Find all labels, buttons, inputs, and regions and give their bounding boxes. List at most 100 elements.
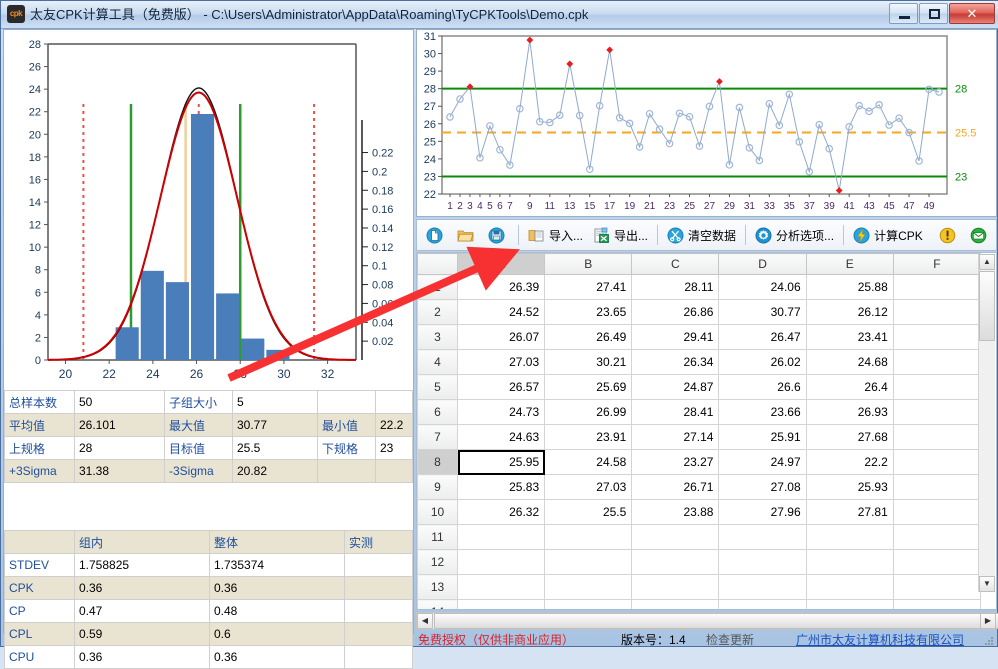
row-header[interactable]: 6 (417, 399, 458, 425)
grid-vertical-scrollbar[interactable]: ▲ ▼ (978, 254, 995, 592)
grid-cell-F2[interactable] (892, 299, 982, 325)
row-header[interactable]: 8 (417, 449, 458, 475)
grid-cell-C11[interactable] (631, 524, 720, 550)
grid-cell-C13[interactable] (631, 574, 720, 600)
toolbar-new-button[interactable] (421, 222, 452, 248)
grid-cell-B12[interactable] (544, 549, 633, 575)
grid-cell-E8[interactable]: 22.2 (805, 449, 894, 475)
grid-cell-F12[interactable] (892, 549, 982, 575)
grid-cell-D9[interactable]: 27.08 (718, 474, 807, 500)
toolbar-options-button[interactable]: 分析选项... (750, 222, 839, 248)
grid-cell-A10[interactable]: 26.32 (456, 499, 546, 525)
grid-cell-F7[interactable] (892, 424, 982, 450)
grid-cell-D3[interactable]: 26.47 (718, 324, 807, 350)
close-button[interactable]: ✕ (949, 3, 995, 24)
grid-cell-C10[interactable]: 23.88 (631, 499, 720, 525)
scroll-up-icon[interactable]: ▲ (979, 254, 995, 270)
grid-cell-A2[interactable]: 24.52 (456, 299, 546, 325)
grid-cell-B5[interactable]: 25.69 (544, 374, 633, 400)
grid-cell-E4[interactable]: 24.68 (805, 349, 894, 375)
grid-cell-E9[interactable]: 25.93 (805, 474, 894, 500)
grid-cell-A7[interactable]: 24.63 (456, 424, 546, 450)
grid-cell-A3[interactable]: 26.07 (456, 324, 546, 350)
vscroll-thumb[interactable] (979, 271, 995, 341)
row-header[interactable]: 7 (417, 424, 458, 450)
grid-cell-A12[interactable] (456, 549, 546, 575)
grid-cell-D8[interactable]: 24.97 (718, 449, 807, 475)
grid-horizontal-scrollbar[interactable]: ◀ ▶ (416, 612, 998, 630)
grid-cell-E3[interactable]: 23.41 (805, 324, 894, 350)
toolbar-import-button[interactable]: 导入... (523, 222, 588, 248)
grid-cell-D13[interactable] (718, 574, 807, 600)
column-header-e[interactable]: E (805, 253, 894, 275)
column-header-b[interactable]: B (544, 253, 633, 275)
grid-cell-F5[interactable] (892, 374, 982, 400)
grid-cell-B13[interactable] (544, 574, 633, 600)
grid-cell-E1[interactable]: 25.88 (805, 274, 894, 300)
column-header-c[interactable]: C (631, 253, 720, 275)
scroll-down-icon[interactable]: ▼ (979, 576, 995, 592)
grid-cell-B2[interactable]: 23.65 (544, 299, 633, 325)
grid-cell-E11[interactable] (805, 524, 894, 550)
grid-cell-D12[interactable] (718, 549, 807, 575)
row-header[interactable]: 12 (417, 549, 458, 575)
company-link[interactable]: 广州市太友计算机科技有限公司 (796, 631, 964, 648)
grid-cell-F13[interactable] (892, 574, 982, 600)
grid-cell-D7[interactable]: 25.91 (718, 424, 807, 450)
grid-cell-F9[interactable] (892, 474, 982, 500)
row-header[interactable]: 2 (417, 299, 458, 325)
grid-cell-F6[interactable] (892, 399, 982, 425)
toolbar-calc-cpk-button[interactable]: 计算CPK (848, 222, 928, 248)
grid-cell-B6[interactable]: 26.99 (544, 399, 633, 425)
row-header[interactable]: 9 (417, 474, 458, 500)
grid-cell-E5[interactable]: 26.4 (805, 374, 894, 400)
grid-cell-F8[interactable] (892, 449, 982, 475)
row-header[interactable]: 13 (417, 574, 458, 600)
grid-cell-D2[interactable]: 30.77 (718, 299, 807, 325)
toolbar-export-button[interactable]: 导出... (588, 222, 653, 248)
grid-cell-E13[interactable] (805, 574, 894, 600)
grid-cell-D1[interactable]: 24.06 (718, 274, 807, 300)
grid-cell-D6[interactable]: 23.66 (718, 399, 807, 425)
row-header[interactable]: 4 (417, 349, 458, 375)
grid-cell-F11[interactable] (892, 524, 982, 550)
grid-cell-E12[interactable] (805, 549, 894, 575)
grid-cell-C12[interactable] (631, 549, 720, 575)
grid-cell-B9[interactable]: 27.03 (544, 474, 633, 500)
grid-cell-B10[interactable]: 25.5 (544, 499, 633, 525)
grid-cell-C1[interactable]: 28.11 (631, 274, 720, 300)
grid-cell-D11[interactable] (718, 524, 807, 550)
grid-cell-F10[interactable] (892, 499, 982, 525)
row-header[interactable]: 11 (417, 524, 458, 550)
grid-cell-A1[interactable]: 26.39 (456, 274, 546, 300)
grid-cell-E7[interactable]: 27.68 (805, 424, 894, 450)
row-header[interactable]: 5 (417, 374, 458, 400)
grid-cell-B14[interactable] (544, 599, 633, 609)
grid-cell-C8[interactable]: 23.27 (631, 449, 720, 475)
grid-cell-C4[interactable]: 26.34 (631, 349, 720, 375)
toolbar-save-button[interactable] (483, 222, 514, 248)
grid-cell-B4[interactable]: 30.21 (544, 349, 633, 375)
row-header[interactable]: 10 (417, 499, 458, 525)
grid-cell-F14[interactable] (892, 599, 982, 609)
grid-cell-D14[interactable] (718, 599, 807, 609)
grid-cell-A9[interactable]: 25.83 (456, 474, 546, 500)
toolbar-mail-button[interactable] (965, 222, 996, 248)
grid-cell-E14[interactable] (805, 599, 894, 609)
grid-cell-D5[interactable]: 26.6 (718, 374, 807, 400)
grid-cell-B8[interactable]: 24.58 (544, 449, 633, 475)
scroll-right-icon[interactable]: ▶ (980, 613, 996, 629)
grid-cell-F4[interactable] (892, 349, 982, 375)
grid-cell-A8[interactable]: 25.95 (456, 449, 546, 475)
grid-cell-A4[interactable]: 27.03 (456, 349, 546, 375)
hscroll-thumb[interactable] (434, 613, 998, 629)
toolbar-clear-button[interactable]: 清空数据 (662, 222, 741, 248)
maximize-button[interactable] (919, 3, 948, 24)
data-grid[interactable]: A B C D E F 1 26.39 27.41 28.11 24.06 25.88 2 2… (416, 252, 997, 610)
row-header[interactable]: 3 (417, 324, 458, 350)
grid-cell-C5[interactable]: 24.87 (631, 374, 720, 400)
grid-cell-C2[interactable]: 26.86 (631, 299, 720, 325)
check-update-link[interactable]: 检查更新 (706, 631, 754, 648)
resize-grip-icon[interactable] (983, 635, 995, 647)
grid-cell-B1[interactable]: 27.41 (544, 274, 633, 300)
